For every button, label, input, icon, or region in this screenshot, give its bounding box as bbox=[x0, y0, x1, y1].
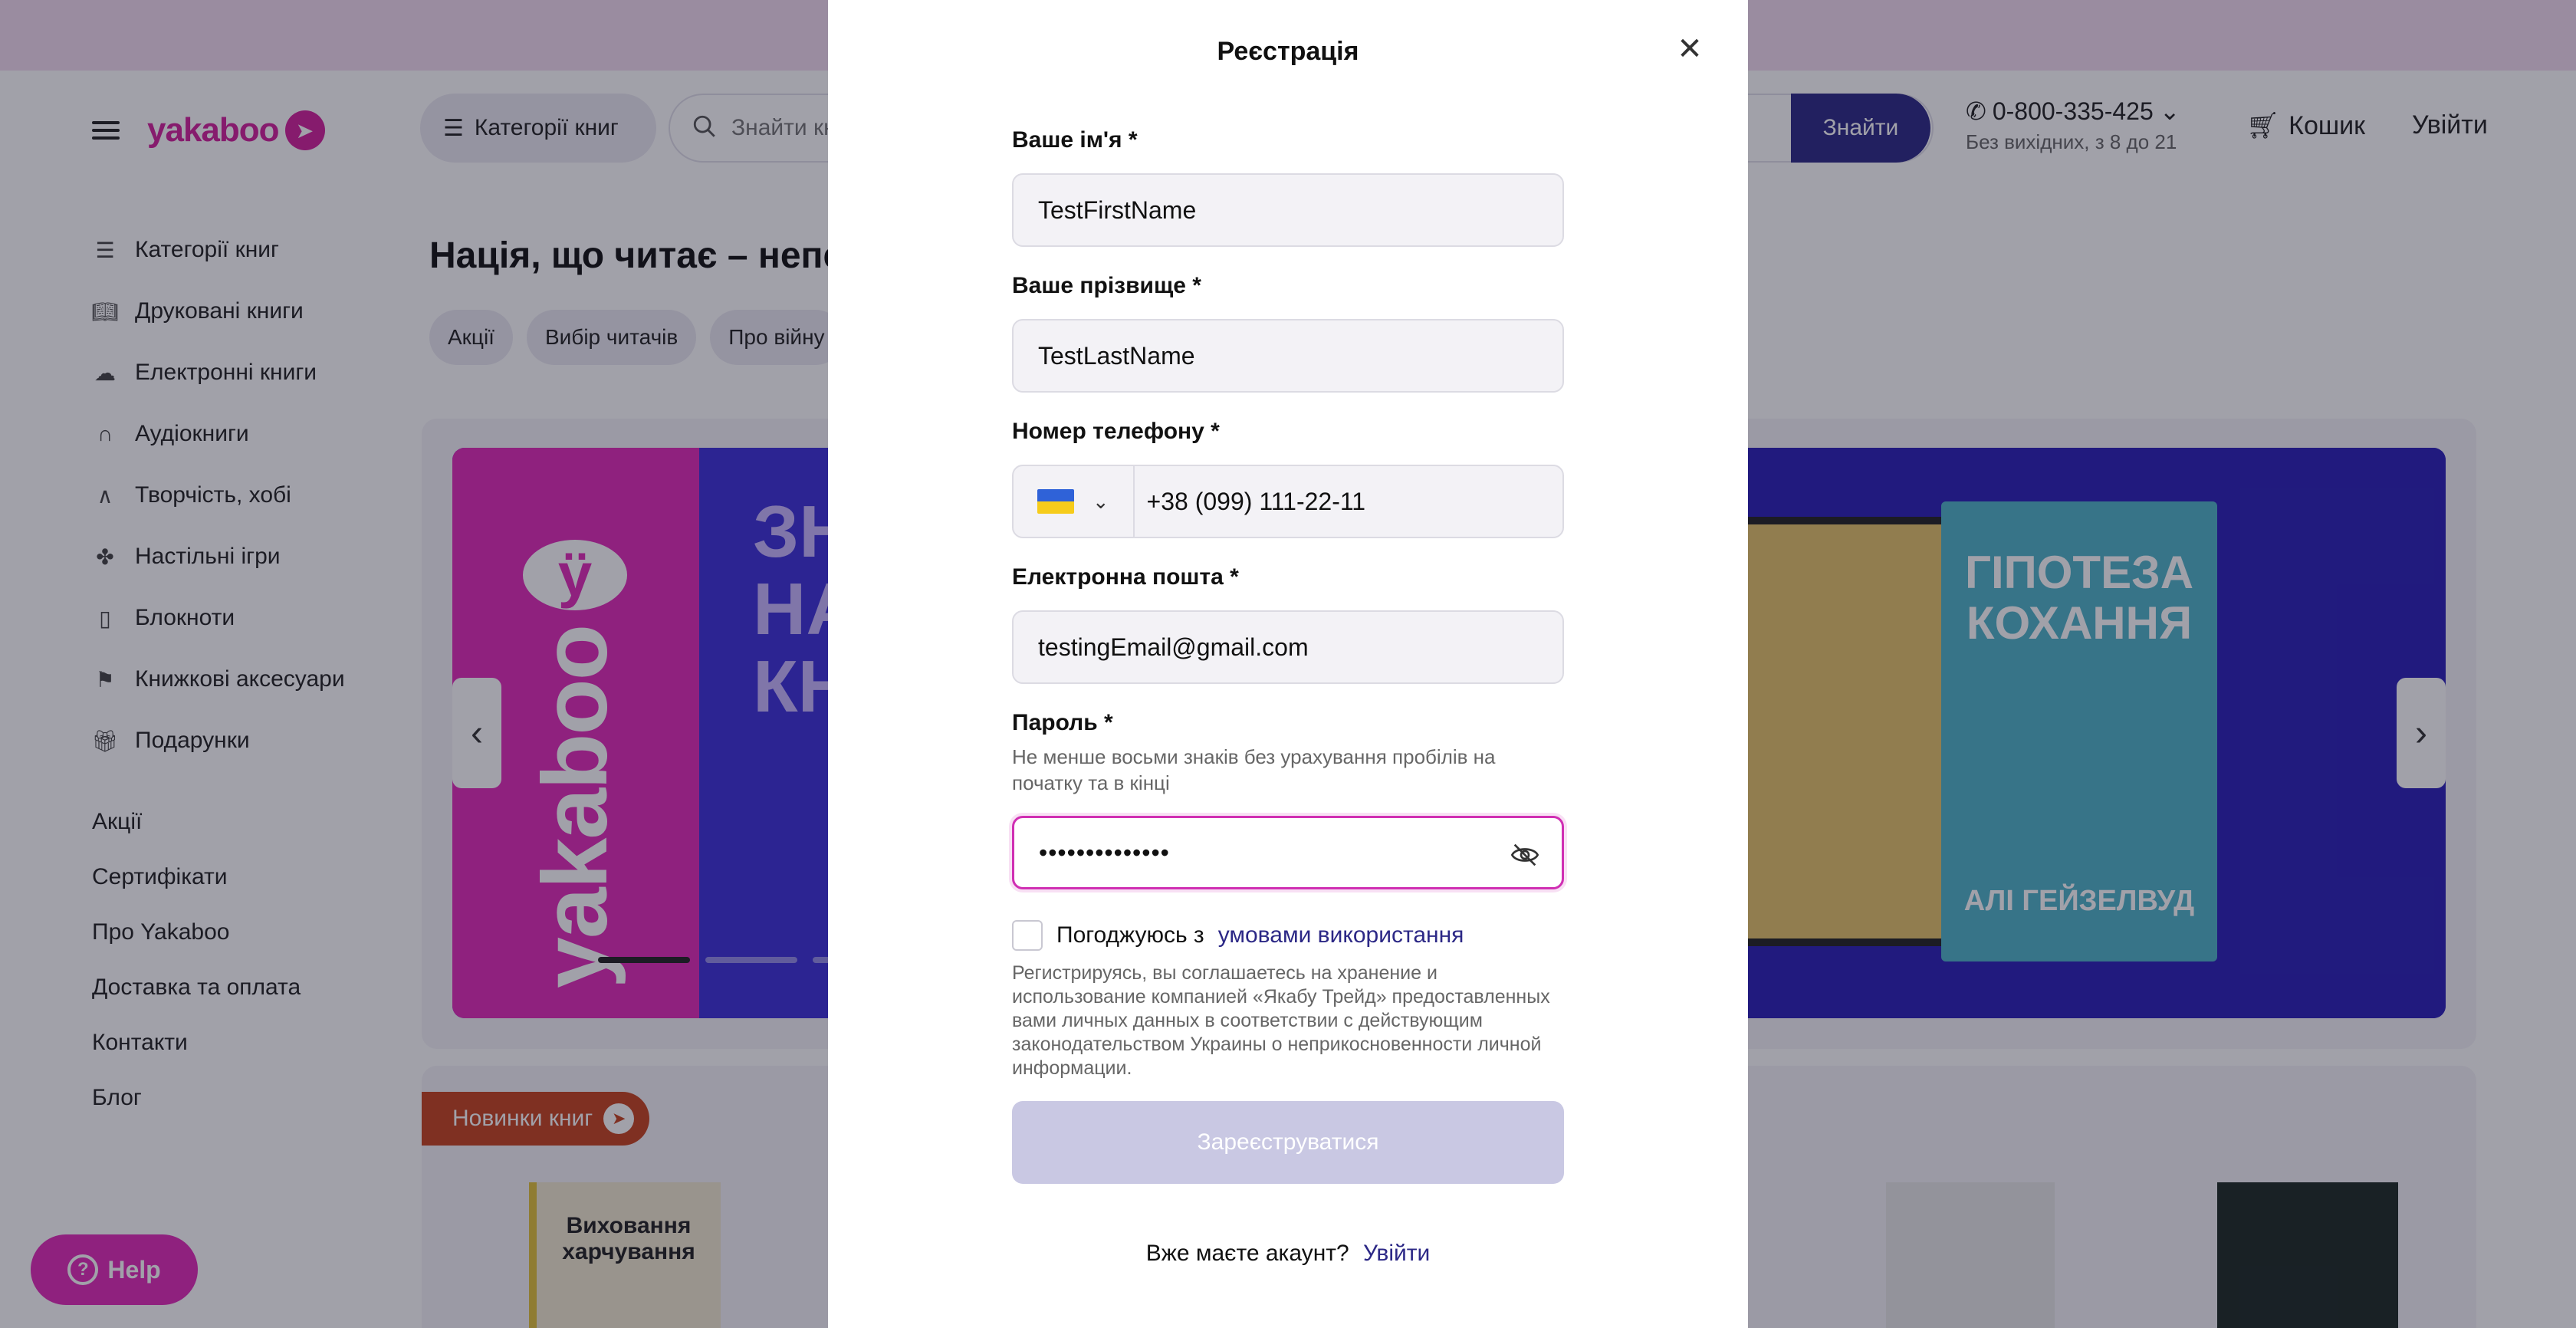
email-label: Електронна пошта * bbox=[1012, 564, 1239, 590]
chevron-down-icon: ⌄ bbox=[1092, 489, 1109, 513]
password-label: Пароль * bbox=[1012, 710, 1113, 735]
email-field[interactable] bbox=[1012, 610, 1564, 684]
have-account-row: Вже маєте акаунт? Увійти bbox=[1012, 1241, 1564, 1267]
terms-prefix: Погоджуюсь з bbox=[1056, 922, 1204, 948]
password-field-group bbox=[1012, 816, 1564, 889]
eye-off-icon[interactable] bbox=[1510, 840, 1540, 870]
registration-modal: Реєстрація ✕ Ваше ім'я * Ваше прізвище *… bbox=[828, 0, 1748, 1328]
modal-title: Реєстрація bbox=[1217, 37, 1359, 66]
phone-field[interactable] bbox=[1134, 466, 1562, 537]
first-name-label: Ваше ім'я * bbox=[1012, 127, 1138, 153]
legal-notice: Регистрируясь, вы соглашаетесь на хранен… bbox=[1012, 962, 1550, 1079]
phone-field-group: ⌄ bbox=[1012, 465, 1564, 538]
phone-label: Номер телефону * bbox=[1012, 419, 1220, 444]
have-account-text: Вже маєте акаунт? bbox=[1145, 1241, 1349, 1266]
last-name-field[interactable] bbox=[1012, 319, 1564, 393]
password-field[interactable] bbox=[1039, 838, 1499, 867]
login-link[interactable]: Увійти bbox=[1363, 1241, 1430, 1266]
last-name-label: Ваше прізвище * bbox=[1012, 273, 1201, 298]
password-hint: Не менше восьми знаків без урахування пр… bbox=[1012, 745, 1496, 794]
close-icon[interactable]: ✕ bbox=[1676, 34, 1704, 64]
first-name-field[interactable] bbox=[1012, 173, 1564, 247]
terms-link[interactable]: умовами використання bbox=[1218, 922, 1464, 948]
ukraine-flag-icon bbox=[1037, 489, 1074, 514]
terms-checkbox[interactable] bbox=[1012, 920, 1043, 951]
register-button[interactable]: Зареєструватися bbox=[1012, 1101, 1564, 1184]
terms-agreement: Погоджуюсь з умовами використання bbox=[1012, 920, 1464, 951]
country-code-select[interactable]: ⌄ bbox=[1014, 466, 1135, 537]
